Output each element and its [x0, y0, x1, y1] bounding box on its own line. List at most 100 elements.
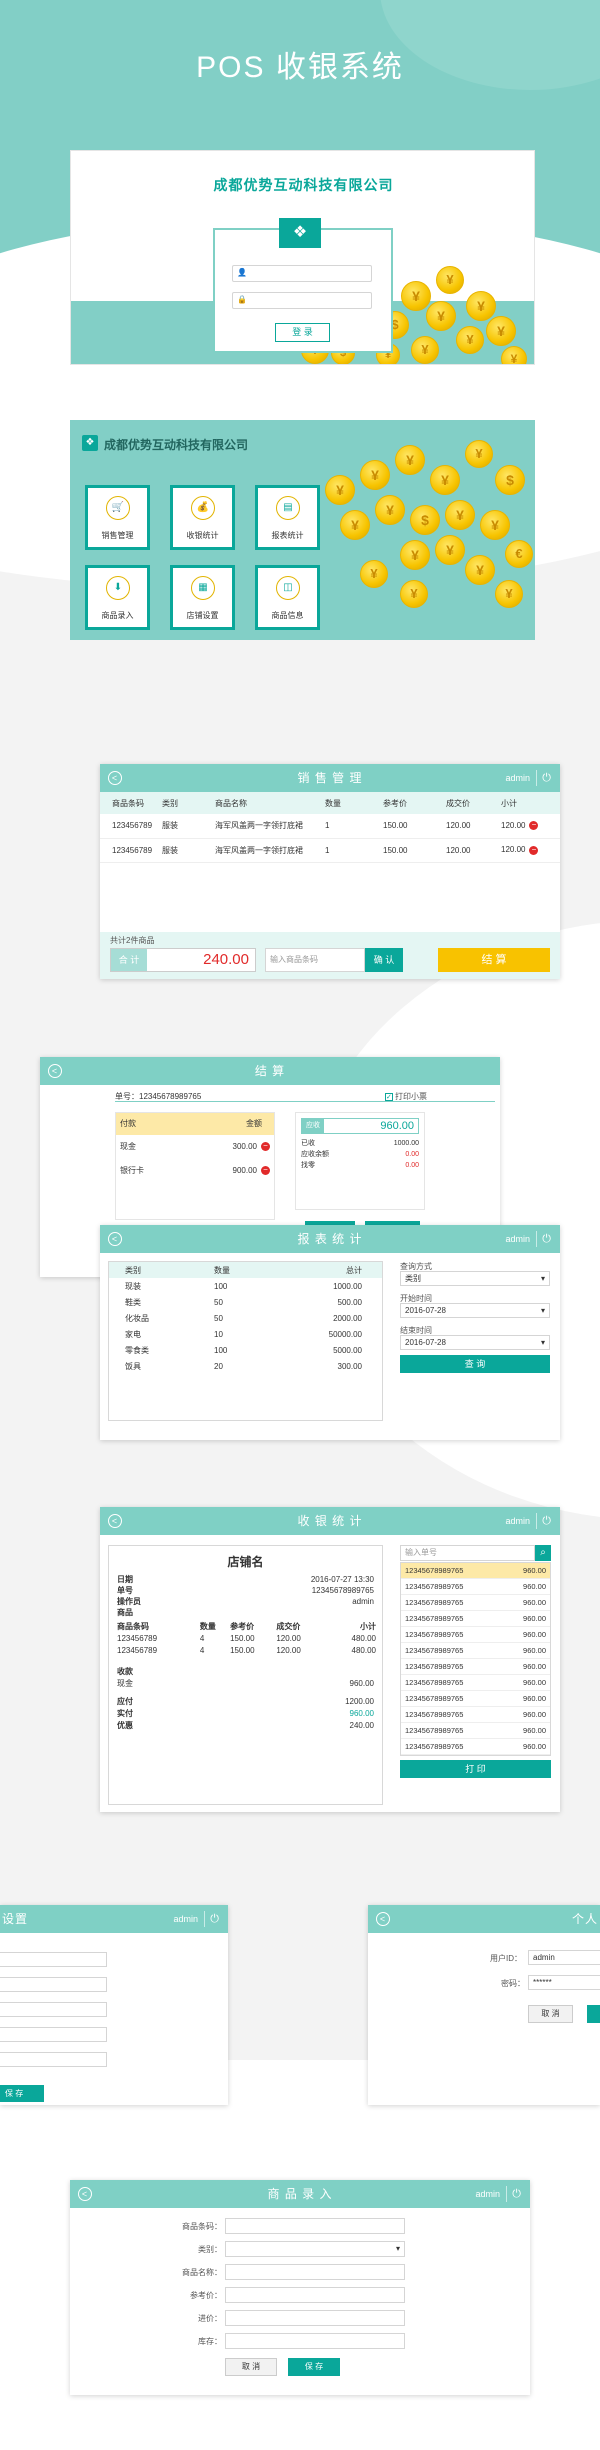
- power-icon[interactable]: ⏻: [536, 770, 552, 786]
- menu-tile-5[interactable]: ▦ 店铺设置: [170, 565, 235, 630]
- remove-icon[interactable]: −: [529, 821, 539, 831]
- remove-icon[interactable]: −: [261, 1166, 270, 1176]
- column-header: 类别: [162, 798, 178, 808]
- entry-field-input[interactable]: [225, 2264, 405, 2280]
- barcode-input[interactable]: 输入商品条码: [265, 948, 365, 972]
- password-label: 密码：: [501, 1979, 525, 1988]
- back-icon[interactable]: <: [108, 1514, 122, 1528]
- order-row[interactable]: 12345678989765 960.00: [401, 1659, 550, 1675]
- order-row[interactable]: 12345678989765 960.00: [401, 1579, 550, 1595]
- setting-field[interactable]: [0, 1977, 107, 1992]
- order-row[interactable]: 12345678989765 960.00: [401, 1595, 550, 1611]
- cashier-stats-screen: < 收 银 统 计 admin ⏻ 店铺名 日期 2016-07-27 13:30…: [100, 1507, 560, 1812]
- order-row[interactable]: 12345678989765 960.00: [401, 1643, 550, 1659]
- order-row[interactable]: 12345678989765 960.00: [401, 1627, 550, 1643]
- user-label: admin: [505, 773, 530, 783]
- power-icon[interactable]: ⏻: [536, 1231, 552, 1247]
- order-row[interactable]: 12345678989765 960.00: [401, 1691, 550, 1707]
- end-time-select[interactable]: 2016-07-28 ▾: [400, 1335, 550, 1350]
- back-icon[interactable]: <: [108, 1232, 122, 1246]
- start-time-select[interactable]: 2016-07-28 ▾: [400, 1303, 550, 1318]
- login-company-name: 成都优势互动科技有限公司: [213, 177, 394, 193]
- menu-tile-label: 收银统计: [186, 531, 219, 540]
- power-icon[interactable]: ⏻: [204, 1911, 220, 1927]
- username-field[interactable]: 👤: [232, 265, 372, 282]
- cell-code: 123456789: [112, 845, 153, 855]
- entry-field-input[interactable]: [225, 2218, 405, 2234]
- user-label: admin: [173, 1914, 198, 1924]
- setting-field[interactable]: [0, 2002, 107, 2017]
- password-field[interactable]: ******: [528, 1975, 600, 1990]
- checkout-button[interactable]: 结 算: [438, 948, 550, 972]
- screen-title: 销 售 管 理: [297, 771, 363, 785]
- confirm-button[interactable]: 确 认: [365, 948, 403, 972]
- search-icon[interactable]: ⌕: [535, 1545, 551, 1561]
- menu-tile-label: 商品信息: [271, 611, 304, 620]
- menu-tile-3[interactable]: ▤ 报表统计: [255, 485, 320, 550]
- title-bar: < 结 算: [40, 1057, 500, 1085]
- remove-icon[interactable]: −: [261, 1142, 270, 1152]
- password-field[interactable]: 🔒: [232, 292, 372, 309]
- order-search-input[interactable]: 输入单号: [400, 1545, 535, 1561]
- entry-field-input[interactable]: [225, 2333, 405, 2349]
- menu-tile-4[interactable]: ⬇ 商品录入: [85, 565, 150, 630]
- entry-field-input[interactable]: [225, 2287, 405, 2303]
- shop-icon: ▦: [191, 576, 215, 600]
- user-id-field[interactable]: admin: [528, 1950, 600, 1965]
- total-box: 合 计 240.00: [110, 948, 256, 972]
- money-bag-icon: 💰: [191, 496, 215, 520]
- back-icon[interactable]: <: [108, 771, 122, 785]
- column-header: 类别: [125, 1265, 141, 1275]
- logo-icon: ❖: [279, 218, 321, 248]
- chevron-down-icon: ▾: [540, 1306, 545, 1315]
- save-button[interactable]: 保 存: [0, 2085, 44, 2102]
- order-row[interactable]: 12345678989765 960.00: [401, 1611, 550, 1627]
- table-row: 鞋类 50 500.00: [125, 1297, 362, 1307]
- back-icon[interactable]: <: [376, 1912, 390, 1926]
- order-row[interactable]: 12345678989765 960.00: [401, 1707, 550, 1723]
- query-mode-select[interactable]: 类别 ▾: [400, 1271, 550, 1286]
- menu-tile-label: 商品录入: [101, 611, 134, 620]
- column-header: 商品名称: [215, 798, 247, 808]
- menu-screen: ❖ 成都优势互动科技有限公司 ¥ ¥ ¥ ¥ ¥ $ ¥ ¥ $ ¥ ¥ € ¥…: [70, 420, 535, 640]
- power-icon[interactable]: ⏻: [506, 2186, 522, 2202]
- menu-tile-6[interactable]: ◫ 商品信息: [255, 565, 320, 630]
- save-button[interactable]: [587, 2005, 600, 2023]
- order-row[interactable]: 12345678989765 960.00: [401, 1723, 550, 1739]
- goods-icon: ◫: [276, 576, 300, 600]
- setting-field[interactable]: [0, 1952, 107, 1967]
- remove-icon[interactable]: −: [529, 845, 539, 855]
- login-button[interactable]: 登 录: [275, 323, 330, 342]
- power-icon[interactable]: ⏻: [536, 1513, 552, 1529]
- page-title: POS 收银系统: [196, 51, 404, 84]
- table-row: 现装 100 1000.00: [125, 1281, 362, 1291]
- logo-icon: ❖: [82, 435, 98, 451]
- table-row: 饭具 20 300.00: [125, 1361, 362, 1371]
- entry-field-input[interactable]: [225, 2310, 405, 2326]
- setting-field[interactable]: [0, 2052, 107, 2067]
- chevron-down-icon: ▾: [540, 1338, 545, 1347]
- menu-tile-label: 报表统计: [271, 531, 304, 540]
- table-row: 家电 10 50000.00: [125, 1329, 362, 1339]
- payment-list: 付款 金额 现金 300.00− 银行卡 900.00−: [115, 1112, 275, 1220]
- save-button[interactable]: 保 存: [288, 2358, 340, 2376]
- entry-field-input[interactable]: ▾: [225, 2241, 405, 2257]
- cancel-button[interactable]: 取 消: [225, 2358, 277, 2376]
- chevron-down-icon: ▾: [395, 2244, 400, 2253]
- screen-title: 商 品 录 入: [267, 2187, 333, 2201]
- back-icon[interactable]: <: [78, 2187, 92, 2201]
- cancel-button[interactable]: 取 消: [528, 2005, 573, 2023]
- table-row: 123456789 服装 海军风盖两一字领打底裙 1 150.00 120.00 120.0…: [100, 838, 560, 862]
- cell-deal: 120.00: [446, 821, 471, 831]
- order-row[interactable]: 12345678989765 960.00: [401, 1563, 550, 1579]
- menu-tile-2[interactable]: 💰 收银统计: [170, 485, 235, 550]
- query-button[interactable]: 查 询: [400, 1355, 550, 1373]
- back-icon[interactable]: <: [48, 1064, 62, 1078]
- title-bar: < 个人: [368, 1905, 600, 1933]
- print-button[interactable]: 打 印: [400, 1760, 551, 1778]
- menu-tile-1[interactable]: 🛒 销售管理: [85, 485, 150, 550]
- order-row[interactable]: 12345678989765 960.00: [401, 1739, 550, 1755]
- column-header: 小计: [501, 798, 517, 808]
- setting-field[interactable]: [0, 2027, 107, 2042]
- order-row[interactable]: 12345678989765 960.00: [401, 1675, 550, 1691]
